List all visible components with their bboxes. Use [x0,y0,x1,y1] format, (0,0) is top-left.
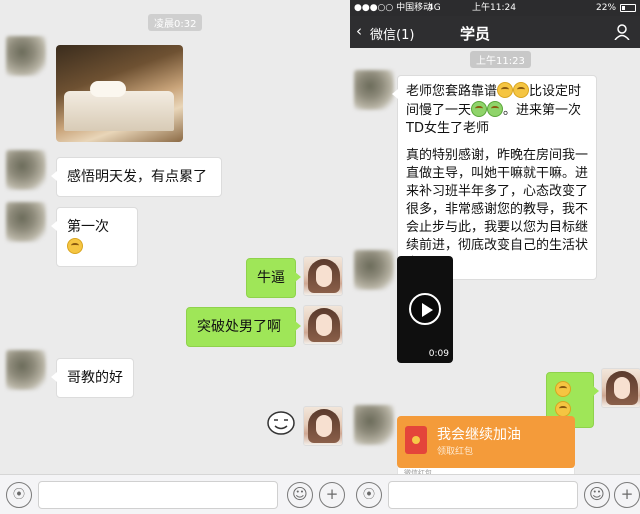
avatar[interactable] [6,36,46,76]
face-sticker-icon[interactable] [266,410,296,436]
nav-bar: ‹ 微信(1) 学员 [350,16,640,48]
carrier: ●●●○○ 中国移动 [354,3,433,13]
photo-pillow [90,81,126,97]
message-bubble-sent[interactable]: 牛逼 [246,258,301,298]
avatar[interactable] [354,405,394,445]
video-message[interactable]: 0:09 [397,256,453,363]
right-chat-screenshot: ●●●○○ 中国移动 4G 上午11:24 22% ‹ 微信(1) 学员 上午1… [350,0,640,514]
play-icon[interactable] [409,293,441,325]
emoji-icon[interactable]: ☺ [287,482,313,508]
red-packet-message[interactable]: 我会继续加油 领取红包 [397,416,575,468]
photo-message[interactable] [56,45,183,142]
avatar-face [316,265,332,287]
avatar[interactable] [6,202,46,242]
message-bubble[interactable]: 第一次 [51,207,138,267]
red-packet-icon [405,426,427,454]
my-avatar[interactable] [601,368,640,408]
avatar[interactable] [354,70,394,110]
voice-icon[interactable]: ⦿ [356,482,382,508]
avatar-face [614,377,630,399]
message-text: 突破处男了啊 [197,319,281,335]
chat-title: 学员 [460,25,491,43]
avatar-face [316,314,332,336]
red-packet-title: 我会继续加油 [437,427,521,443]
battery-percent: 22% [596,3,617,13]
photo-bed [64,91,174,131]
message-input[interactable] [388,481,578,509]
emoji-icon[interactable]: ☺ [584,482,610,508]
my-avatar[interactable] [303,406,343,446]
avatar[interactable] [354,250,394,290]
message-bubble[interactable]: 感悟明天发，有点累了 [51,157,222,197]
message-bubble-sent[interactable]: 突破处男了啊 [186,307,301,347]
back-button[interactable]: 微信(1) [370,24,414,43]
timestamp: 上午11:23 [470,51,531,68]
plus-button[interactable]: + [614,482,640,508]
smirk-emoji-icon [555,401,571,417]
grin-emoji-icon [513,82,530,98]
laugh-emoji-icon [487,101,504,117]
battery-icon [620,4,636,12]
grin-emoji-icon [67,238,83,254]
input-bar: ⦿ ☺ + [350,474,640,514]
message-text: 感悟明天发，有点累了 [67,169,207,185]
red-packet-subtitle: 领取红包 [437,447,474,457]
message-input[interactable] [38,481,278,509]
message-bubble[interactable]: 哥教的好 [51,358,134,398]
avatar[interactable] [6,350,46,390]
input-bar: ⦿ ☺ + [0,474,350,514]
voice-icon[interactable]: ⦿ [6,482,32,508]
status-bar: ●●●○○ 中国移动 4G 上午11:24 22% [350,0,640,16]
message-text: 第一次 [67,219,109,235]
video-duration: 0:09 [428,349,449,359]
clock: 上午11:24 [472,3,516,13]
message-text: 牛逼 [257,270,285,286]
laugh-emoji-icon [471,101,488,117]
left-chat-screenshot: 凌晨0:32 感悟明天发，有点累了 第一次 牛逼 突破处男了啊 哥教的好 ⦿ ☺… [0,0,350,514]
network-type: 4G [428,3,441,13]
plus-button[interactable]: + [319,482,345,508]
message-text: 老师您套路靠谱 [406,84,498,99]
my-avatar[interactable] [303,305,343,345]
my-avatar[interactable] [303,256,343,296]
grin-emoji-icon [497,82,514,98]
message-bubble[interactable]: 老师您套路靠谱 比设定时间慢了一天 。进来第一次TD女生了老师 真的特别感谢，昨晚在… [392,75,597,280]
smirk-emoji-icon [555,381,571,397]
message-text: 真的特别感谢，昨晚在房间我一直做主导，叫她干嘛就干嘛。进来补习班半年多了，心态改… [406,148,589,271]
back-chevron-icon[interactable]: ‹ [356,22,362,40]
timestamp: 凌晨0:32 [148,14,203,31]
avatar[interactable] [6,150,46,190]
profile-icon[interactable] [614,24,630,40]
avatar-face [316,415,332,437]
message-text: 哥教的好 [67,370,123,386]
